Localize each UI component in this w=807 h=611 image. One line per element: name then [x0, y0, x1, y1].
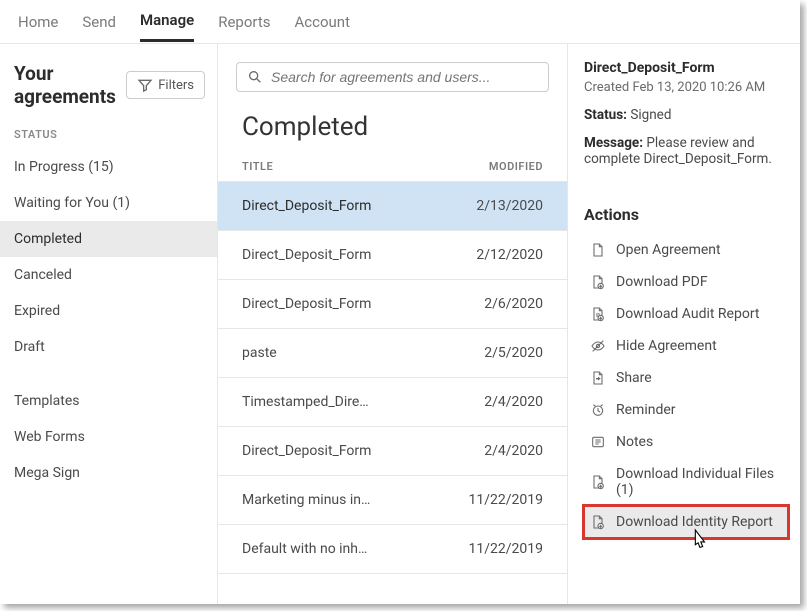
hide-icon — [590, 338, 606, 354]
table-header: TITLE MODIFIED — [218, 160, 567, 182]
column-modified[interactable]: MODIFIED — [453, 160, 543, 173]
sidebar-item-inprogress[interactable]: In Progress (15) — [0, 149, 217, 185]
action-download-audit[interactable]: Download Audit Report — [584, 298, 788, 330]
action-download-identity-report[interactable]: Download Identity Report — [584, 506, 788, 538]
action-label: Hide Agreement — [616, 338, 717, 354]
filters-label: Filters — [158, 78, 194, 93]
list-title: Completed — [218, 108, 567, 160]
sidebar-title: Your agreements — [14, 62, 126, 108]
row-title: Direct_Deposit_Form — [242, 443, 453, 459]
sidebar-item-waiting[interactable]: Waiting for You (1) — [0, 185, 217, 221]
download-identity-icon — [590, 514, 606, 530]
action-label: Notes — [616, 434, 653, 450]
sidebar: Your agreements Filters STATUS In Progre… — [0, 44, 218, 604]
action-label: Download Individual Files (1) — [616, 466, 782, 498]
file-icon — [590, 242, 606, 258]
row-modified: 2/13/2020 — [453, 198, 543, 214]
row-title: Default with no inh… — [242, 541, 453, 557]
row-title: Marketing minus in… — [242, 492, 453, 508]
document-name: Direct_Deposit_Form — [584, 60, 788, 76]
row-title: Direct_Deposit_Form — [242, 198, 453, 214]
top-nav: Home Send Manage Reports Account — [0, 0, 800, 44]
nav-send[interactable]: Send — [82, 13, 116, 41]
row-title: Timestamped_Dire… — [242, 394, 453, 410]
status-value: Signed — [630, 107, 671, 123]
sidebar-item-draft[interactable]: Draft — [0, 329, 217, 365]
row-title: Direct_Deposit_Form — [242, 296, 453, 312]
column-title[interactable]: TITLE — [242, 160, 453, 173]
action-open-agreement[interactable]: Open Agreement — [584, 234, 788, 266]
filter-icon — [137, 77, 153, 93]
download-pdf-icon — [590, 274, 606, 290]
action-label: Download Identity Report — [616, 514, 773, 530]
nav-manage[interactable]: Manage — [140, 11, 194, 42]
download-files-icon — [590, 474, 606, 490]
row-modified: 2/5/2020 — [453, 345, 543, 361]
action-label: Share — [616, 370, 652, 386]
share-icon — [590, 370, 606, 386]
action-notes[interactable]: Notes — [584, 426, 788, 458]
status-heading: STATUS — [0, 128, 217, 149]
action-label: Reminder — [616, 402, 676, 418]
table-row[interactable]: Direct_Deposit_Form 2/12/2020 — [218, 231, 567, 280]
agreement-list-panel: Completed TITLE MODIFIED Direct_Deposit_… — [218, 44, 568, 604]
search-icon — [247, 69, 263, 85]
sidebar-item-expired[interactable]: Expired — [0, 293, 217, 329]
row-modified: 2/4/2020 — [453, 443, 543, 459]
action-download-pdf[interactable]: Download PDF — [584, 266, 788, 298]
table-row[interactable]: Timestamped_Dire… 2/4/2020 — [218, 378, 567, 427]
notes-icon — [590, 434, 606, 450]
table-row[interactable]: Direct_Deposit_Form 2/6/2020 — [218, 280, 567, 329]
message-label: Message: — [584, 135, 643, 151]
sidebar-item-megasign[interactable]: Mega Sign — [0, 455, 217, 491]
nav-reports[interactable]: Reports — [218, 13, 270, 41]
sidebar-item-canceled[interactable]: Canceled — [0, 257, 217, 293]
row-modified: 2/12/2020 — [453, 247, 543, 263]
action-label: Download Audit Report — [616, 306, 760, 322]
row-modified: 2/4/2020 — [453, 394, 543, 410]
action-hide-agreement[interactable]: Hide Agreement — [584, 330, 788, 362]
row-modified: 11/22/2019 — [453, 541, 543, 557]
table-row[interactable]: Direct_Deposit_Form 2/13/2020 — [218, 182, 567, 231]
action-download-individual-files[interactable]: Download Individual Files (1) — [584, 458, 788, 506]
actions-heading: Actions — [584, 205, 788, 224]
row-title: paste — [242, 345, 453, 361]
action-label: Download PDF — [616, 274, 708, 290]
row-title: Direct_Deposit_Form — [242, 247, 453, 263]
table-row[interactable]: paste 2/5/2020 — [218, 329, 567, 378]
created-line: Created Feb 13, 2020 10:26 AM — [584, 80, 788, 95]
download-audit-icon — [590, 306, 606, 322]
row-modified: 11/22/2019 — [453, 492, 543, 508]
filters-button[interactable]: Filters — [126, 71, 205, 99]
action-reminder[interactable]: Reminder — [584, 394, 788, 426]
details-panel: Direct_Deposit_Form Created Feb 13, 2020… — [568, 44, 800, 604]
cursor-icon — [688, 528, 710, 558]
table-body: Direct_Deposit_Form 2/13/2020 Direct_Dep… — [218, 182, 567, 574]
search-box[interactable] — [236, 62, 549, 92]
search-input[interactable] — [271, 69, 538, 85]
reminder-icon — [590, 402, 606, 418]
action-share[interactable]: Share — [584, 362, 788, 394]
nav-account[interactable]: Account — [295, 13, 351, 41]
nav-home[interactable]: Home — [18, 13, 58, 41]
status-label: Status: — [584, 107, 627, 123]
row-modified: 2/6/2020 — [453, 296, 543, 312]
action-label: Open Agreement — [616, 242, 721, 258]
sidebar-item-templates[interactable]: Templates — [0, 383, 217, 419]
sidebar-item-completed[interactable]: Completed — [0, 221, 217, 257]
table-row[interactable]: Direct_Deposit_Form 2/4/2020 — [218, 427, 567, 476]
sidebar-item-webforms[interactable]: Web Forms — [0, 419, 217, 455]
table-row[interactable]: Default with no inh… 11/22/2019 — [218, 525, 567, 574]
table-row[interactable]: Marketing minus in… 11/22/2019 — [218, 476, 567, 525]
